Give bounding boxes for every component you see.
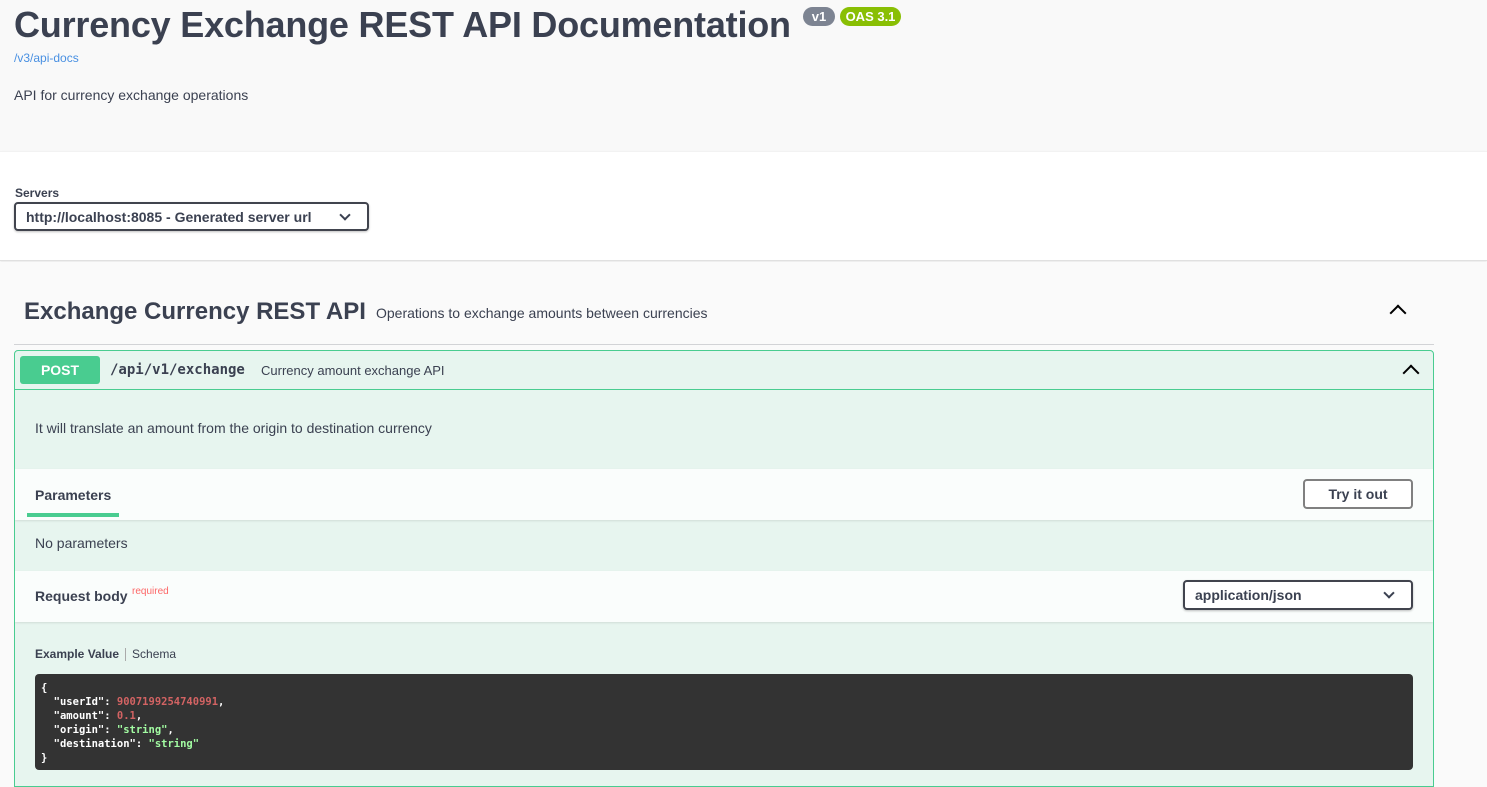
info-section: Currency Exchange REST API Documentation… xyxy=(0,0,1487,151)
operation-path: /api/v1/exchange xyxy=(110,362,245,378)
code-line: "userId": 9007199254740991, xyxy=(53,696,225,708)
code-line: "destination": "string" xyxy=(53,738,200,750)
no-parameters-text: No parameters xyxy=(35,535,128,551)
servers-select[interactable]: http://localhost:8085 - Generated server… xyxy=(14,202,369,231)
tag-header[interactable]: Exchange Currency REST API Operations to… xyxy=(14,275,1434,345)
tab-example-value[interactable]: Example Value xyxy=(35,647,119,661)
parameters-header: Parameters Try it out xyxy=(15,469,1433,520)
api-docs-link[interactable]: /v3/api-docs xyxy=(14,51,79,65)
method-badge: POST xyxy=(20,356,100,384)
servers-selected-value: http://localhost:8085 - Generated server… xyxy=(26,209,312,225)
servers-label: Servers xyxy=(15,186,60,200)
try-it-out-button[interactable]: Try it out xyxy=(1303,479,1413,509)
tab-parameters[interactable]: Parameters xyxy=(35,487,111,503)
chevron-down-icon xyxy=(1383,587,1395,599)
code-close-brace: } xyxy=(41,752,48,764)
operation-description: It will translate an amount from the ori… xyxy=(35,420,432,436)
servers-section: Servers http://localhost:8085 - Generate… xyxy=(0,151,1487,261)
request-body-header: Request body required application/json xyxy=(15,571,1433,622)
opblock-summary[interactable]: POST /api/v1/exchange Currency amount ex… xyxy=(15,351,1433,390)
chevron-up-icon[interactable] xyxy=(1402,364,1420,382)
tag-description: Operations to exchange amounts between c… xyxy=(376,305,708,321)
version-badge: v1 xyxy=(803,7,835,26)
tab-divider xyxy=(125,648,127,662)
api-description: API for currency exchange operations xyxy=(14,87,249,103)
opblock-post-exchange: POST /api/v1/exchange Currency amount ex… xyxy=(14,350,1434,787)
example-code-block: { "userId": 9007199254740991, "amount": … xyxy=(35,674,1413,770)
tab-active-indicator xyxy=(27,513,119,517)
content-type-select[interactable]: application/json xyxy=(1183,580,1413,610)
oas-badge: OAS 3.1 xyxy=(840,7,901,26)
code-line: "amount": 0.1, xyxy=(53,710,143,722)
tab-schema[interactable]: Schema xyxy=(132,647,176,661)
chevron-down-icon xyxy=(339,209,351,221)
request-body-label: Request body xyxy=(35,588,128,604)
operation-summary: Currency amount exchange API xyxy=(261,363,445,378)
page-title: Currency Exchange REST API Documentation xyxy=(14,4,791,45)
chevron-up-icon[interactable] xyxy=(1389,304,1407,322)
required-marker: required xyxy=(132,586,169,597)
content-type-value: application/json xyxy=(1195,587,1302,603)
example-tabs: Example Value Schema xyxy=(35,647,176,662)
code-line: "origin": "string", xyxy=(53,724,174,736)
code-open-brace: { xyxy=(41,682,48,694)
tag-name: Exchange Currency REST API xyxy=(24,298,366,325)
